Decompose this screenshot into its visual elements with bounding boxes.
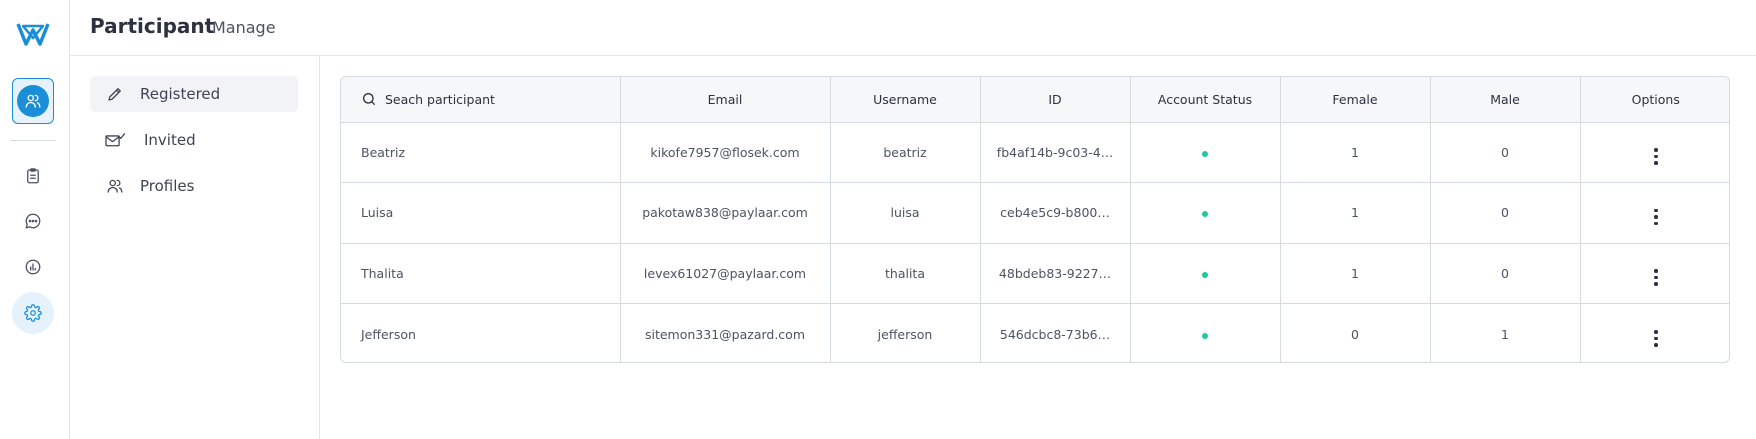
participant-name: Beatriz bbox=[341, 122, 621, 183]
female-count: 1 bbox=[1280, 122, 1431, 183]
participant-email: levex61027@paylaar.com bbox=[620, 243, 831, 304]
participant-username: thalita bbox=[830, 243, 981, 304]
page-title: Participant bbox=[90, 14, 215, 38]
male-count: 0 bbox=[1430, 182, 1581, 244]
status-indicator bbox=[1202, 211, 1208, 218]
male-count: 0 bbox=[1430, 122, 1581, 183]
column-header-male[interactable]: Male bbox=[1430, 77, 1581, 123]
more-options-icon[interactable] bbox=[1654, 269, 1658, 286]
options-cell bbox=[1580, 122, 1729, 183]
participant-subnav: Registered Invited Profiles bbox=[70, 56, 320, 439]
participant-id: 48bdeb83-9227… bbox=[980, 243, 1131, 304]
subnav-item-profiles[interactable]: Profiles bbox=[90, 168, 298, 204]
options-cell bbox=[1580, 182, 1729, 244]
brand-logo[interactable] bbox=[16, 16, 50, 50]
page-header: Participant Manage bbox=[70, 0, 1756, 56]
search-icon bbox=[363, 93, 375, 106]
subnav-item-label: Profiles bbox=[140, 177, 195, 195]
participant-username: luisa bbox=[830, 182, 981, 244]
column-header-id[interactable]: ID bbox=[980, 77, 1131, 123]
participant-id: 546dcbc8-73b6… bbox=[980, 303, 1131, 362]
options-cell bbox=[1580, 304, 1729, 363]
column-header-female[interactable]: Female bbox=[1280, 77, 1431, 123]
participant-name: Luisa bbox=[341, 182, 621, 244]
participant-email: kikofe7957@flosek.com bbox=[620, 122, 831, 183]
subnav-item-label: Invited bbox=[144, 131, 196, 149]
status-indicator bbox=[1202, 271, 1208, 278]
rail-reports-button[interactable] bbox=[12, 246, 54, 288]
gear-icon bbox=[24, 304, 42, 322]
account-status-cell bbox=[1130, 303, 1281, 362]
subnav-item-label: Registered bbox=[140, 85, 221, 103]
page-subtitle: Manage bbox=[212, 18, 276, 37]
account-status-cell bbox=[1130, 243, 1281, 304]
table-header-row: Email Username ID Account Status Female … bbox=[341, 77, 1729, 123]
status-indicator bbox=[1202, 332, 1208, 339]
rail-settings-button[interactable] bbox=[12, 292, 54, 334]
table-row[interactable]: Thalita levex61027@paylaar.com thalita 4… bbox=[341, 243, 1729, 304]
male-count: 1 bbox=[1430, 303, 1581, 362]
participant-username: jefferson bbox=[830, 303, 981, 362]
more-options-icon[interactable] bbox=[1654, 330, 1658, 347]
chart-icon bbox=[25, 259, 41, 275]
rail-participants-button[interactable] bbox=[12, 78, 54, 124]
pencil-icon bbox=[104, 83, 126, 105]
column-header-options: Options bbox=[1580, 77, 1729, 123]
search-input[interactable] bbox=[385, 91, 585, 107]
column-header-username[interactable]: Username bbox=[830, 77, 981, 123]
participant-name: Thalita bbox=[341, 243, 621, 304]
status-indicator bbox=[1202, 150, 1208, 157]
table-row[interactable]: Luisa pakotaw838@paylaar.com luisa ceb4e… bbox=[341, 182, 1729, 244]
users-icon bbox=[25, 94, 41, 108]
subnav-item-invited[interactable]: Invited bbox=[90, 122, 298, 158]
participants-table: Email Username ID Account Status Female … bbox=[340, 76, 1730, 363]
options-cell bbox=[1580, 243, 1729, 304]
mail-check-icon bbox=[104, 129, 126, 151]
participant-name: Jefferson bbox=[341, 303, 621, 362]
subnav-item-registered[interactable]: Registered bbox=[90, 76, 298, 112]
search-header-cell bbox=[341, 77, 621, 123]
participant-email: sitemon331@pazard.com bbox=[620, 303, 831, 362]
account-status-cell bbox=[1130, 182, 1281, 244]
participant-email: pakotaw838@paylaar.com bbox=[620, 182, 831, 244]
table-row[interactable]: Beatriz kikofe7957@flosek.com beatriz fb… bbox=[341, 122, 1729, 183]
rail-surveys-button[interactable] bbox=[12, 155, 54, 197]
female-count: 0 bbox=[1280, 303, 1431, 362]
account-status-cell bbox=[1130, 122, 1281, 183]
participant-id: ceb4e5c9-b800… bbox=[980, 182, 1131, 244]
more-options-icon[interactable] bbox=[1654, 208, 1658, 226]
participant-id: fb4af14b-9c03-4… bbox=[980, 122, 1131, 183]
column-header-email[interactable]: Email bbox=[620, 77, 831, 123]
table-row[interactable]: Jefferson sitemon331@pazard.com jefferso… bbox=[341, 303, 1729, 363]
clipboard-icon bbox=[27, 168, 39, 184]
female-count: 1 bbox=[1280, 243, 1431, 304]
column-header-account-status[interactable]: Account Status bbox=[1130, 77, 1281, 123]
users-icon bbox=[104, 175, 126, 197]
more-options-icon[interactable] bbox=[1654, 148, 1658, 165]
rail-divider bbox=[10, 140, 56, 141]
chat-icon bbox=[25, 213, 41, 229]
male-count: 0 bbox=[1430, 243, 1581, 304]
left-rail bbox=[0, 0, 70, 439]
rail-messages-button[interactable] bbox=[12, 200, 54, 242]
participant-username: beatriz bbox=[830, 122, 981, 183]
female-count: 1 bbox=[1280, 182, 1431, 244]
